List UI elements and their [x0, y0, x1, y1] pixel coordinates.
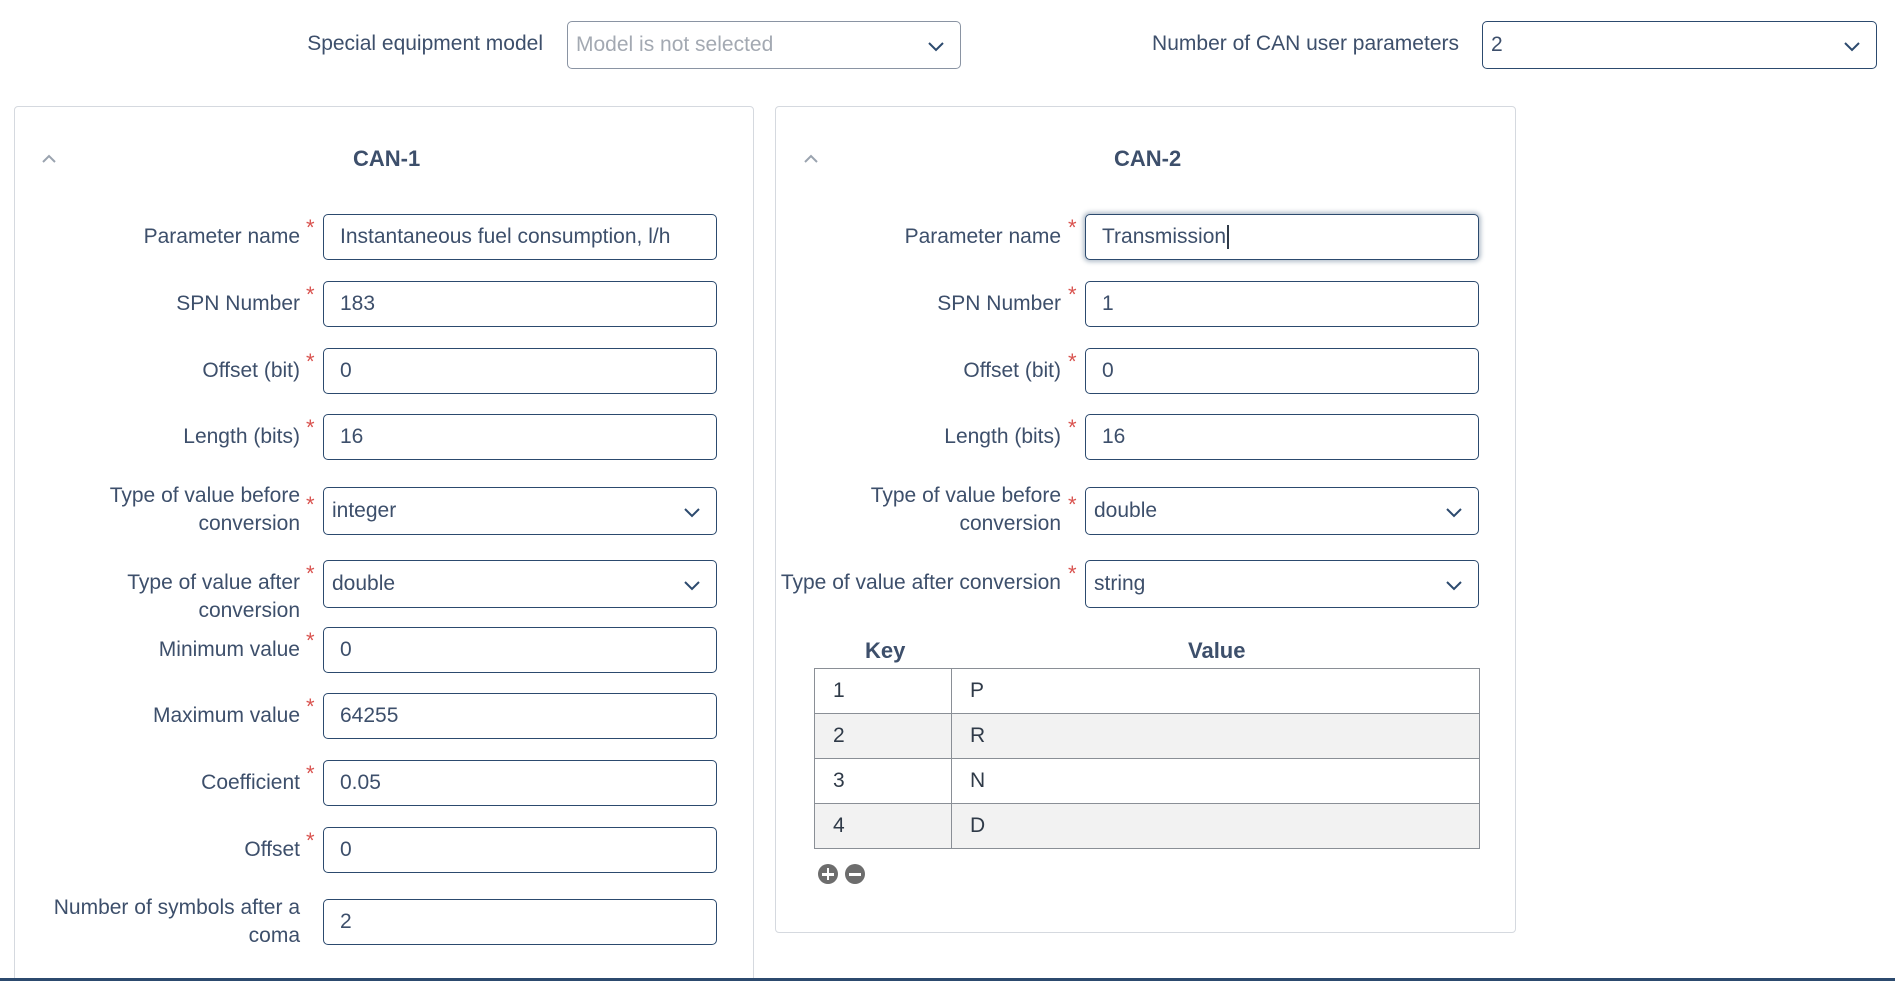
can2-spn-label: SPN Number — [937, 292, 1061, 315]
can2-type-after-value: string — [1094, 572, 1146, 595]
required-marker: * — [1068, 349, 1077, 374]
can1-type-before-select[interactable]: integer — [323, 487, 717, 535]
can1-offset-input[interactable]: 0 — [323, 827, 717, 873]
can2-type-before-value: double — [1094, 499, 1158, 522]
model-select[interactable]: Model is not selected — [567, 21, 961, 69]
can1-type-after-select[interactable]: double — [323, 560, 717, 608]
table-row[interactable]: 3 N — [814, 758, 1480, 804]
can1-type-before-label-line2: conversion — [198, 512, 300, 535]
table-cell-key[interactable]: 2 — [814, 713, 952, 759]
required-marker: * — [1068, 561, 1077, 586]
can2-param-name-value: Transmission — [1102, 225, 1227, 248]
required-marker: * — [306, 492, 315, 517]
can1-max-label: Maximum value — [152, 704, 300, 727]
can1-type-after-label: Type of value after conversion — [127, 571, 300, 622]
chevron-down-icon — [1844, 42, 1860, 52]
table-cell-value[interactable]: N — [951, 758, 1480, 804]
can2-type-before-select[interactable]: double — [1085, 487, 1479, 535]
can1-offset-label: Offset — [244, 838, 300, 861]
required-marker: * — [306, 828, 315, 853]
can2-type-before-label: Type of value before conversion — [800, 482, 1061, 538]
can-count-value: 2 — [1491, 33, 1503, 56]
can2-type-before-label-line2: conversion — [959, 512, 1061, 535]
can2-param-name-input[interactable]: Transmission — [1085, 214, 1479, 260]
can1-length-input[interactable]: 16 — [323, 414, 717, 460]
model-select-placeholder: Model is not selected — [576, 33, 774, 56]
can1-symbols-label: Number of symbols after a coma — [20, 894, 300, 950]
chevron-down-icon — [684, 581, 700, 591]
can1-param-name-input[interactable]: Instantaneous fuel consumption, l/h — [323, 214, 717, 260]
model-label: Special equipment model — [307, 32, 543, 55]
required-marker: * — [306, 561, 315, 586]
can2-length-input[interactable]: 16 — [1085, 414, 1479, 460]
can1-symbols-input[interactable]: 2 — [323, 899, 717, 945]
can1-param-name-label: Parameter name — [143, 225, 300, 248]
can2-offset-bit-label: Offset (bit) — [963, 359, 1061, 382]
table-cell-key[interactable]: 1 — [814, 668, 952, 714]
required-marker: * — [1068, 282, 1077, 307]
can2-type-after-select[interactable]: string — [1085, 560, 1479, 608]
can1-offset-bit-input[interactable]: 0 — [323, 348, 717, 394]
can2-length-label: Length (bits) — [944, 425, 1061, 448]
collapse-icon[interactable] — [40, 153, 58, 165]
required-marker: * — [306, 761, 315, 786]
required-marker: * — [1068, 492, 1077, 517]
remove-row-icon[interactable] — [845, 864, 865, 884]
table-cell-key[interactable]: 3 — [814, 758, 952, 804]
can1-symbols-label-line2: coma — [248, 924, 300, 947]
required-marker: * — [306, 415, 315, 440]
key-value-table: 1 P 2 R 3 N 4 D — [814, 668, 1480, 849]
can2-title: CAN-2 — [1114, 146, 1182, 171]
can1-type-before-label-line1: Type of value before — [109, 484, 300, 507]
can1-max-input[interactable]: 64255 — [323, 693, 717, 739]
table-row[interactable]: 1 P — [814, 668, 1480, 714]
can-count-label: Number of CAN user parameters — [1152, 32, 1459, 55]
required-marker: * — [1068, 415, 1077, 440]
can1-symbols-label-line1: Number of symbols after a — [53, 896, 300, 919]
can1-offset-bit-label: Offset (bit) — [202, 359, 300, 382]
table-header-value: Value — [1188, 638, 1246, 663]
can2-offset-bit-input[interactable]: 0 — [1085, 348, 1479, 394]
text-cursor — [1227, 225, 1229, 249]
chevron-down-icon — [1446, 581, 1462, 591]
can1-type-before-label: Type of value before conversion — [40, 482, 300, 538]
can2-param-name-label: Parameter name — [904, 225, 1061, 248]
can1-spn-label: SPN Number — [176, 292, 300, 315]
can1-type-before-value: integer — [332, 499, 397, 522]
chevron-down-icon — [684, 508, 700, 518]
can1-type-after-value: double — [332, 572, 396, 595]
add-row-icon[interactable] — [818, 864, 838, 884]
can1-coef-input[interactable]: 0.05 — [323, 760, 717, 806]
table-cell-value[interactable]: P — [951, 668, 1480, 714]
chevron-down-icon — [928, 42, 944, 52]
table-cell-value[interactable]: D — [951, 803, 1480, 849]
table-header-key: Key — [865, 638, 906, 663]
required-marker: * — [306, 628, 315, 653]
collapse-icon[interactable] — [802, 153, 820, 165]
can1-title: CAN-1 — [353, 146, 421, 171]
table-row[interactable]: 2 R — [814, 713, 1480, 759]
can1-length-label: Length (bits) — [183, 425, 300, 448]
can2-type-after-label: Type of value after conversion — [780, 571, 1061, 594]
required-marker: * — [306, 694, 315, 719]
table-cell-value[interactable]: R — [951, 713, 1480, 759]
required-marker: * — [306, 215, 315, 240]
can2-type-before-label-line1: Type of value before — [870, 484, 1061, 507]
required-marker: * — [306, 349, 315, 374]
table-row[interactable]: 4 D — [814, 803, 1480, 849]
can1-spn-input[interactable]: 183 — [323, 281, 717, 327]
required-marker: * — [306, 282, 315, 307]
can-count-select[interactable]: 2 — [1482, 21, 1877, 69]
can1-coef-label: Coefficient — [201, 771, 300, 794]
required-marker: * — [1068, 215, 1077, 240]
can2-spn-input[interactable]: 1 — [1085, 281, 1479, 327]
table-cell-key[interactable]: 4 — [814, 803, 952, 849]
can1-min-label: Minimum value — [158, 638, 300, 661]
can1-min-input[interactable]: 0 — [323, 627, 717, 673]
chevron-down-icon — [1446, 508, 1462, 518]
